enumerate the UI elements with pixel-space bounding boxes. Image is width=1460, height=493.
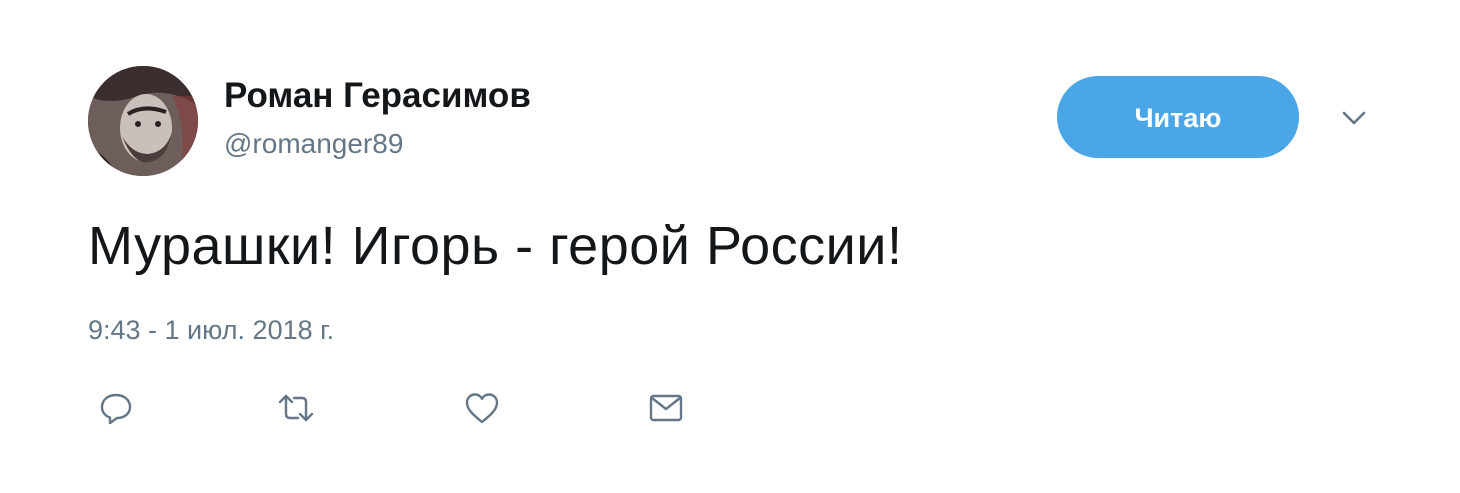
following-button[interactable]: Читаю: [1057, 76, 1299, 158]
retweet-icon: [278, 394, 314, 422]
more-options-button[interactable]: [1340, 104, 1368, 132]
reply-icon: [100, 393, 132, 425]
like-icon: [465, 393, 499, 424]
tweet-timestamp[interactable]: 9:43 - 1 июл. 2018 г.: [88, 312, 334, 348]
avatar-image: [88, 66, 198, 176]
chevron-down-icon: [1342, 111, 1366, 125]
direct-message-button[interactable]: [646, 388, 686, 428]
message-icon: [649, 394, 683, 422]
user-name[interactable]: Роман Герасимов: [224, 74, 531, 118]
like-button[interactable]: [462, 388, 502, 428]
user-handle[interactable]: @romanger89: [224, 126, 403, 162]
retweet-button[interactable]: [276, 388, 316, 428]
tweet-text: Мурашки! Игорь - герой России!: [88, 216, 903, 276]
avatar[interactable]: [88, 66, 198, 176]
reply-button[interactable]: [96, 388, 136, 428]
tweet-card: Роман Герасимов @romanger89 Читаю Мурашк…: [0, 0, 1460, 493]
